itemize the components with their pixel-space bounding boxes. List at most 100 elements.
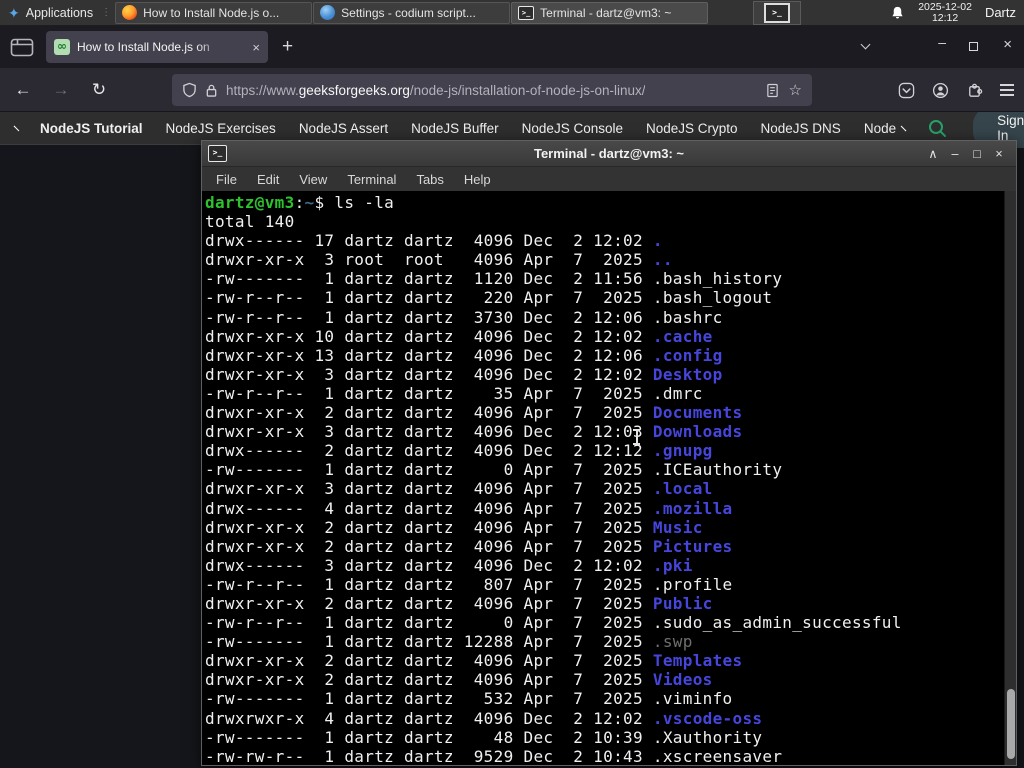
applications-label: Applications bbox=[25, 5, 94, 20]
terminal-line: drwx------ 4 dartz dartz 4096 Apr 7 2025… bbox=[205, 498, 733, 518]
user-menu[interactable]: Dartz bbox=[985, 5, 1016, 20]
terminal-line: drwxr-xr-x 3 root root 4096 Apr 7 2025 .… bbox=[205, 250, 673, 270]
menu-terminal[interactable]: Terminal bbox=[337, 170, 406, 189]
site-nav-item[interactable]: NodeJS DNS bbox=[761, 121, 841, 136]
site-nav-item[interactable]: NodeJS Assert bbox=[299, 121, 388, 136]
tab-close-icon[interactable]: × bbox=[252, 40, 260, 55]
taskbar-item-label: How to Install Node.js o... bbox=[143, 5, 280, 20]
url-bar[interactable]: https://www.geeksforgeeks.org/node-js/in… bbox=[172, 74, 812, 106]
menu-view[interactable]: View bbox=[289, 170, 337, 189]
terminal-line: -rw------- 1 dartz dartz 532 Apr 7 2025 … bbox=[205, 689, 733, 709]
terminal-line: drwxr-xr-x 2 dartz dartz 4096 Apr 7 2025… bbox=[205, 593, 713, 613]
taskbar-item-firefox[interactable]: How to Install Node.js o... bbox=[115, 1, 313, 24]
terminal-listing: drwx------ 17 dartz dartz 4096 Dec 2 12:… bbox=[205, 231, 1002, 765]
reader-view-icon[interactable] bbox=[766, 83, 779, 98]
mouse-ibeam-cursor bbox=[632, 429, 641, 445]
terminal-scrollbar-thumb[interactable] bbox=[1007, 689, 1015, 759]
firefox-icon bbox=[122, 5, 138, 20]
terminal-minimize-button[interactable]: – bbox=[946, 147, 964, 161]
terminal-line: drwxr-xr-x 2 dartz dartz 4096 Apr 7 2025… bbox=[205, 651, 743, 671]
terminal-line: drwxr-xr-x 2 dartz dartz 4096 Apr 7 2025… bbox=[205, 670, 713, 690]
browser-maximize-button[interactable] bbox=[969, 42, 978, 51]
list-all-tabs-icon[interactable] bbox=[860, 39, 871, 50]
system-tray: 2025-12-02 12:12 Dartz bbox=[890, 0, 1024, 24]
site-nav-item[interactable]: NodeJS Tutorial bbox=[40, 121, 143, 136]
terminal-window: >_ Terminal - dartz@vm3: ~ ∧ – □ × File … bbox=[201, 140, 1017, 766]
menu-edit[interactable]: Edit bbox=[247, 170, 289, 189]
new-tab-button[interactable]: + bbox=[282, 36, 293, 58]
terminal-line: drwxr-xr-x 3 dartz dartz 4096 Dec 2 12:0… bbox=[205, 422, 743, 442]
browser-minimize-button[interactable]: – bbox=[938, 34, 946, 50]
terminal-line: drwxr-xr-x 3 dartz dartz 4096 Apr 7 2025… bbox=[205, 479, 713, 499]
terminal-line: drwxr-xr-x 13 dartz dartz 4096 Dec 2 12:… bbox=[205, 345, 723, 365]
nav-scroll-left-icon[interactable] bbox=[13, 125, 20, 131]
terminal-scrollbar[interactable] bbox=[1004, 191, 1016, 765]
terminal-line: -rw-r--r-- 1 dartz dartz 220 Apr 7 2025 … bbox=[205, 288, 773, 308]
firefox-navbar: ← → ↻ https://www.geeksforgeeks.org/node… bbox=[0, 68, 1024, 112]
back-button[interactable]: ← bbox=[8, 68, 38, 112]
site-nav-item[interactable]: NodeJS Exercises bbox=[166, 121, 276, 136]
pocket-icon[interactable] bbox=[898, 82, 915, 99]
terminal-close-button[interactable]: × bbox=[990, 147, 1008, 161]
terminal-line: drwxr-xr-x 2 dartz dartz 4096 Apr 7 2025… bbox=[205, 403, 743, 423]
firefox-tab-bar: ∞ How to Install Node.js on × + – × bbox=[0, 26, 1024, 68]
lock-icon[interactable] bbox=[205, 83, 218, 98]
terminal-window-title: Terminal - dartz@vm3: ~ bbox=[533, 146, 685, 161]
terminal-line: -rw------- 1 dartz dartz 12288 Apr 7 202… bbox=[205, 632, 693, 652]
extensions-icon[interactable] bbox=[966, 82, 983, 99]
terminal-icon: >_ bbox=[518, 5, 535, 20]
menu-hamburger-icon[interactable] bbox=[1000, 84, 1014, 86]
terminal-line: -rw------- 1 dartz dartz 0 Apr 7 2025 .I… bbox=[205, 460, 783, 480]
firefox-view-icon[interactable] bbox=[10, 38, 36, 57]
taskbar-item-terminal[interactable]: >_ Terminal - dartz@vm3: ~ bbox=[511, 1, 709, 24]
site-nav-item[interactable]: NodeJS Console bbox=[522, 121, 623, 136]
terminal-maximize-button[interactable]: □ bbox=[968, 147, 986, 161]
notifications-bell-icon[interactable] bbox=[890, 5, 905, 21]
tracking-shield-icon[interactable] bbox=[182, 82, 197, 98]
terminal-screen[interactable]: dartz@vm3:~$ ls -la total 140 drwx------… bbox=[202, 191, 1016, 765]
tab-title: How to Install Node.js on bbox=[77, 40, 210, 54]
top-panel: ✦ Applications ⋮ How to Install Node.js … bbox=[0, 0, 1024, 26]
workspace-terminal-icon: >_ bbox=[764, 3, 790, 23]
terminal-line: -rw-r--r-- 1 dartz dartz 0 Apr 7 2025 .s… bbox=[205, 613, 902, 633]
menu-help[interactable]: Help bbox=[454, 170, 501, 189]
menu-tabs[interactable]: Tabs bbox=[406, 170, 453, 189]
terminal-line: -rw------- 1 dartz dartz 48 Dec 2 10:39 … bbox=[205, 727, 763, 747]
terminal-line: -rw-r--r-- 1 dartz dartz 3730 Dec 2 12:0… bbox=[205, 307, 723, 327]
taskbar-item-codium[interactable]: Settings - codium script... bbox=[313, 1, 511, 24]
terminal-line: drwx------ 17 dartz dartz 4096 Dec 2 12:… bbox=[205, 231, 663, 251]
terminal-line: -rw-r--r-- 1 dartz dartz 35 Apr 7 2025 .… bbox=[205, 383, 703, 403]
terminal-line: -rw------- 1 dartz dartz 1120 Dec 2 11:5… bbox=[205, 269, 783, 289]
terminal-menu-bar: File Edit View Terminal Tabs Help bbox=[202, 167, 1016, 191]
account-icon[interactable] bbox=[932, 82, 949, 99]
clock-date: 2025-12-02 bbox=[918, 0, 972, 13]
browser-close-button[interactable]: × bbox=[1003, 36, 1012, 53]
terminal-line: -rw-rw-r-- 1 dartz dartz 9529 Dec 2 10:4… bbox=[205, 746, 783, 765]
menu-file[interactable]: File bbox=[206, 170, 247, 189]
reload-button[interactable]: ↻ bbox=[84, 68, 114, 112]
terminal-line: drwxrwxr-x 4 dartz dartz 4096 Dec 2 12:0… bbox=[205, 708, 763, 728]
site-nav-item[interactable]: NodeJS Crypto bbox=[646, 121, 738, 136]
forward-button[interactable]: → bbox=[46, 68, 76, 112]
clock[interactable]: 2025-12-02 12:12 bbox=[918, 0, 972, 24]
nav-scroll-right-icon[interactable] bbox=[900, 125, 907, 131]
panel-grip: ⋮ bbox=[101, 7, 112, 18]
search-icon[interactable] bbox=[927, 118, 947, 138]
site-nav-item[interactable]: Node bbox=[864, 121, 896, 136]
vscodium-icon bbox=[320, 5, 336, 20]
terminal-line: -rw-r--r-- 1 dartz dartz 807 Apr 7 2025 … bbox=[205, 574, 733, 594]
geeksforgeeks-favicon: ∞ bbox=[54, 39, 70, 55]
terminal-rollup-button[interactable]: ∧ bbox=[924, 146, 942, 161]
site-nav-item[interactable]: NodeJS Buffer bbox=[411, 121, 499, 136]
desktop: ✦ Applications ⋮ How to Install Node.js … bbox=[0, 0, 1024, 768]
applications-menu[interactable]: ✦ Applications bbox=[0, 0, 101, 26]
taskbar-item-label: Terminal - dartz@vm3: ~ bbox=[540, 5, 672, 20]
terminal-line: drwx------ 2 dartz dartz 4096 Dec 2 12:1… bbox=[205, 441, 713, 461]
browser-tab[interactable]: ∞ How to Install Node.js on × bbox=[46, 31, 268, 63]
terminal-line: drwxr-xr-x 3 dartz dartz 4096 Dec 2 12:0… bbox=[205, 364, 723, 384]
workspace-switcher[interactable]: >_ bbox=[753, 1, 801, 25]
terminal-line: drwxr-xr-x 2 dartz dartz 4096 Apr 7 2025… bbox=[205, 536, 733, 556]
terminal-title-bar[interactable]: >_ Terminal - dartz@vm3: ~ ∧ – □ × bbox=[202, 141, 1016, 167]
bookmark-star-icon[interactable]: ☆ bbox=[789, 81, 802, 99]
applications-icon: ✦ bbox=[8, 4, 20, 21]
